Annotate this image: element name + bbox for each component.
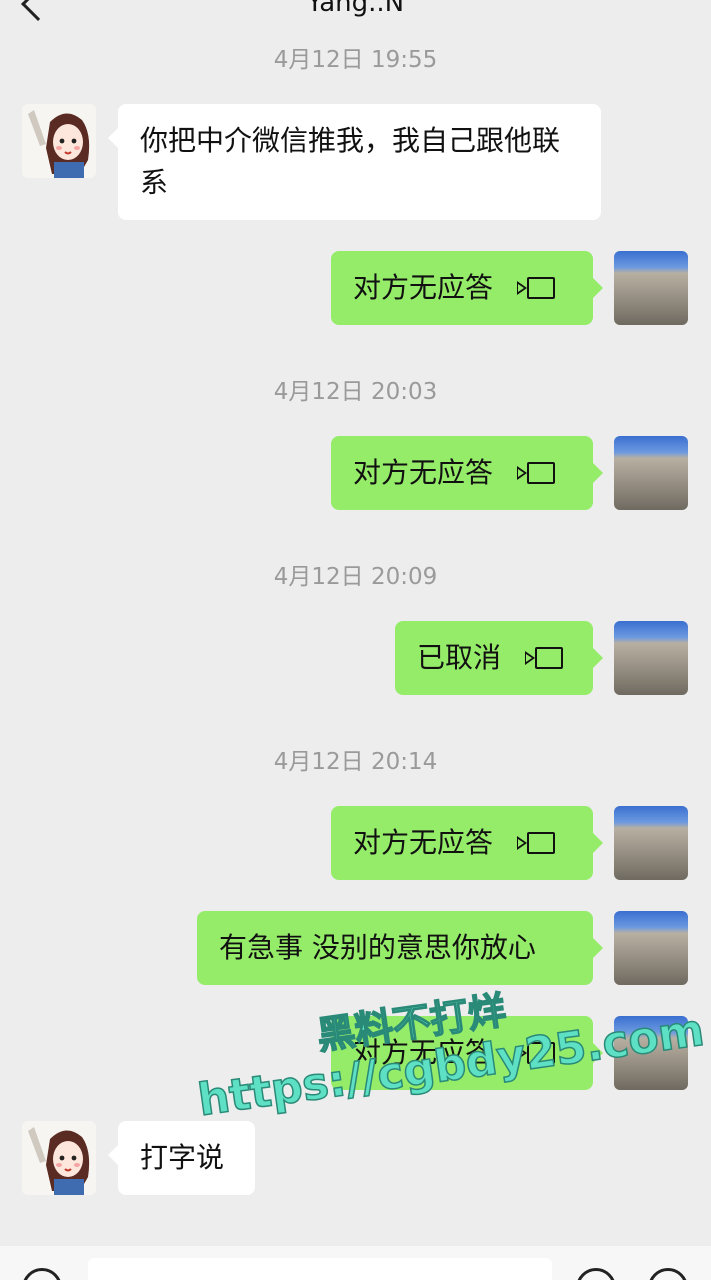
video-call-icon — [525, 647, 564, 669]
contact-avatar-illustration — [22, 1121, 96, 1195]
call-status-text: 已取消 — [417, 641, 502, 674]
contact-avatar[interactable] — [22, 104, 96, 178]
chat-title: Yang..N — [306, 0, 405, 18]
message-input[interactable] — [88, 1258, 552, 1280]
message-text: 打字说 — [140, 1141, 225, 1174]
incoming-message-bubble[interactable]: 你把中介微信推我，我自己跟他联系 — [108, 104, 601, 220]
timestamp: 4月12日 20:14 — [273, 749, 438, 775]
message-text: 你把中介微信推我，我自己跟他联系 — [140, 124, 561, 199]
my-avatar[interactable] — [614, 251, 688, 325]
contact-avatar-illustration — [22, 104, 96, 178]
timestamp: 4月12日 20:09 — [273, 564, 438, 590]
timestamp: 4月12日 20:03 — [273, 379, 438, 405]
call-status-text: 对方无应答 — [353, 826, 494, 859]
my-avatar[interactable] — [614, 806, 688, 880]
call-record-bubble[interactable]: 对方无应答 — [331, 436, 603, 510]
video-call-icon — [517, 277, 556, 299]
video-call-icon — [517, 832, 556, 854]
my-avatar[interactable] — [614, 621, 688, 695]
call-status-text: 对方无应答 — [353, 271, 494, 304]
message-text: 有急事 没别的意思你放心 — [219, 931, 536, 964]
top-bar: Yang..N ··· — [0, 0, 711, 40]
more-icon[interactable]: ··· — [653, 0, 693, 13]
call-record-bubble[interactable]: 对方无应答 — [331, 251, 603, 325]
call-record-bubble[interactable]: 已取消 — [395, 621, 603, 695]
call-record-bubble[interactable]: 对方无应答 — [331, 806, 603, 880]
my-avatar[interactable] — [614, 911, 688, 985]
incoming-message-bubble[interactable]: 打字说 — [108, 1121, 255, 1195]
outgoing-message-bubble[interactable]: 有急事 没别的意思你放心 — [197, 911, 603, 985]
my-avatar[interactable] — [614, 436, 688, 510]
contact-avatar[interactable] — [22, 1121, 96, 1195]
video-call-icon — [517, 462, 556, 484]
call-status-text: 对方无应答 — [353, 456, 494, 489]
timestamp: 4月12日 19:55 — [273, 47, 438, 73]
